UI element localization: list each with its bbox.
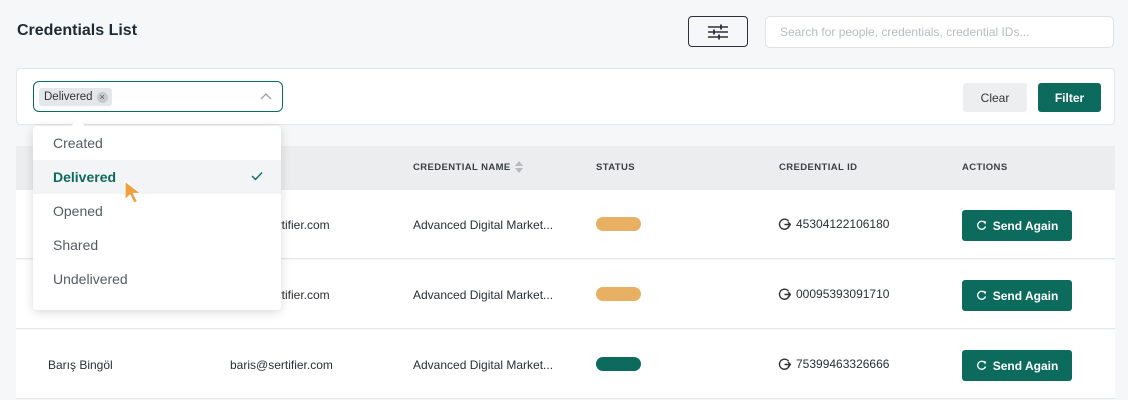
credential-name: Advanced Digital Market...	[413, 288, 554, 302]
check-icon	[251, 172, 263, 181]
filter-settings-button[interactable]	[688, 16, 748, 47]
chip-remove-icon[interactable]: ×	[96, 91, 108, 103]
sliders-icon	[708, 24, 728, 39]
dropdown-option-created[interactable]: Created	[33, 126, 281, 160]
credential-id-text: 00095393091710	[796, 287, 890, 301]
search-input[interactable]	[765, 16, 1114, 48]
credential-name: Advanced Digital Market...	[413, 358, 554, 372]
send-again-label: Send Again	[992, 358, 1059, 373]
dropdown-option-undelivered[interactable]: Undelivered	[33, 262, 281, 296]
status-badge	[596, 217, 641, 231]
credential-name: Advanced Digital Market...	[413, 218, 554, 232]
cursor-icon	[124, 180, 142, 204]
redirect-icon	[778, 288, 791, 300]
credential-id[interactable]: 00095393091710	[778, 287, 889, 301]
refresh-icon	[976, 220, 986, 230]
clear-button[interactable]: Clear	[963, 83, 1027, 112]
recipient-name: Barış Bingöl	[48, 358, 113, 372]
send-again-button[interactable]: Send Again	[962, 210, 1072, 241]
dropdown-option-label: Opened	[53, 203, 103, 219]
dropdown-arrow	[70, 119, 86, 127]
send-again-label: Send Again	[992, 288, 1059, 303]
status-select[interactable]: Delivered ×	[33, 81, 283, 112]
credential-id-text: 75399463326666	[796, 357, 890, 371]
sort-icon[interactable]	[514, 160, 524, 174]
status-chip-label: Delivered	[44, 91, 93, 103]
column-status: STATUS	[596, 162, 635, 173]
status-chip: Delivered ×	[39, 88, 112, 106]
page-title: Credentials List	[17, 22, 138, 39]
dropdown-option-label: Created	[53, 135, 103, 151]
status-dropdown-menu: Created Delivered Opened Shared Undelive…	[33, 126, 281, 310]
send-again-button[interactable]: Send Again	[962, 350, 1072, 381]
credential-id[interactable]: 45304122106180	[778, 217, 889, 231]
refresh-icon	[976, 290, 986, 300]
filter-bar: Delivered × Clear Filter	[16, 68, 1115, 125]
send-again-label: Send Again	[992, 218, 1059, 233]
dropdown-option-label: Shared	[53, 237, 99, 253]
send-again-button[interactable]: Send Again	[962, 280, 1072, 311]
dropdown-option-delivered[interactable]: Delivered	[33, 160, 281, 194]
redirect-icon	[778, 358, 791, 370]
dropdown-option-opened[interactable]: Opened	[33, 194, 281, 228]
credential-id-text: 45304122106180	[796, 217, 890, 231]
column-credential-name[interactable]: CREDENTIAL NAME	[413, 162, 511, 173]
refresh-icon	[976, 360, 986, 370]
dropdown-option-label: Undelivered	[53, 271, 128, 287]
status-badge	[596, 287, 641, 301]
chevron-up-icon[interactable]	[260, 92, 272, 100]
column-actions: ACTIONS	[962, 162, 1008, 173]
recipient-email: baris@sertifier.com	[230, 358, 333, 372]
redirect-icon	[778, 218, 791, 230]
status-badge	[596, 357, 641, 371]
credential-id[interactable]: 75399463326666	[778, 357, 889, 371]
column-credential-id: CREDENTIAL ID	[779, 162, 858, 173]
dropdown-option-label: Delivered	[53, 169, 117, 185]
table-row: Barış Bingöl baris@sertifier.com Advance…	[16, 330, 1115, 399]
filter-button[interactable]: Filter	[1038, 83, 1101, 112]
dropdown-option-shared[interactable]: Shared	[33, 228, 281, 262]
